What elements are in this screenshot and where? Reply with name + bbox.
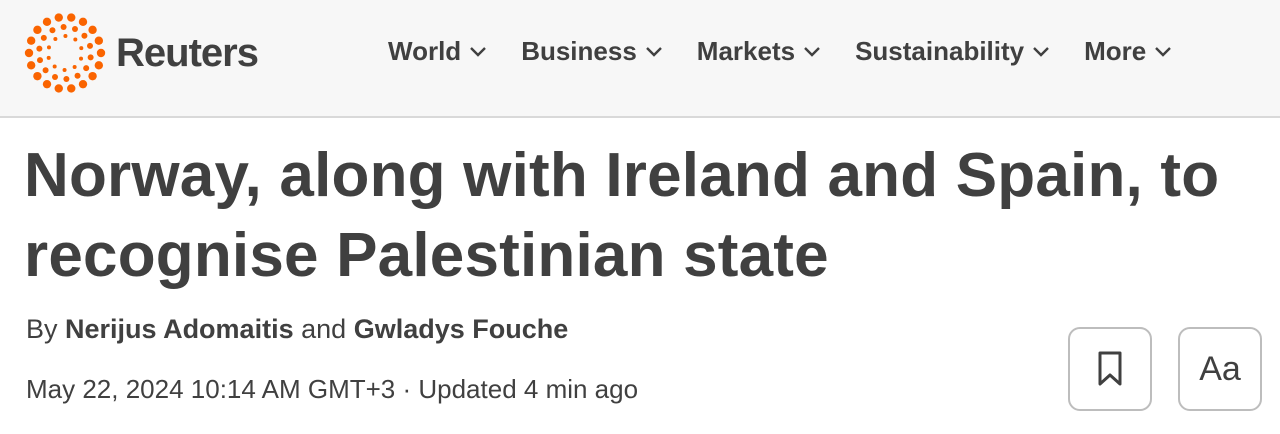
- logo-dot: [40, 34, 47, 41]
- logo-dot: [54, 84, 63, 93]
- chevron-down-icon: [804, 46, 820, 57]
- reuters-logo-icon: [24, 13, 106, 93]
- author-link[interactable]: Gwladys Fouche: [354, 314, 569, 344]
- logo-dot: [26, 61, 36, 70]
- nav-item-label: Business: [521, 36, 637, 66]
- logo-dot: [62, 67, 67, 72]
- logo-dot: [96, 48, 106, 58]
- chevron-down-icon: [470, 46, 487, 57]
- logo-dot: [60, 24, 67, 31]
- site-header: Reuters World Business Markets Sustainab…: [0, 0, 1280, 118]
- logo-dot: [67, 84, 76, 93]
- logo-dot: [79, 46, 84, 51]
- logo-dot: [73, 37, 78, 42]
- logo-dot: [78, 17, 88, 27]
- logo-dot: [87, 42, 93, 49]
- logo-dot: [94, 36, 104, 45]
- chevron-down-icon: [645, 46, 662, 57]
- logo-dot: [87, 54, 94, 61]
- brand-name: Reuters: [116, 30, 259, 75]
- logo-dot: [72, 65, 77, 70]
- logo-dot: [46, 45, 51, 50]
- logo-dot: [26, 36, 36, 45]
- main-nav: World Business Markets Sustainability Mo…: [388, 36, 1206, 67]
- nav-item-label: Markets: [696, 36, 796, 66]
- logo-dot: [49, 27, 56, 34]
- font-size-label: Aa: [1199, 349, 1241, 388]
- logo-dot: [46, 55, 51, 60]
- logo-dot: [63, 75, 70, 82]
- logo-dot: [33, 25, 42, 35]
- byline-conjunction: and: [301, 314, 347, 344]
- logo-dot: [94, 61, 104, 70]
- byline-prefix: By: [26, 314, 58, 344]
- nav-item-world[interactable]: World: [388, 36, 487, 67]
- logo-dot: [52, 64, 57, 69]
- nav-item-markets[interactable]: Markets: [697, 36, 821, 67]
- author-link[interactable]: Nerijus Adomaitis: [65, 314, 294, 344]
- logo-dot: [74, 72, 81, 79]
- nav-item-label: More: [1084, 36, 1147, 66]
- article-byline: By Nerijus Adomaitis and Gwladys Fouche: [26, 314, 568, 345]
- logo-dot: [33, 71, 42, 81]
- bookmark-button[interactable]: [1068, 327, 1152, 411]
- nav-item-sustainability[interactable]: Sustainability: [855, 36, 1050, 67]
- nav-item-more[interactable]: More: [1084, 36, 1172, 67]
- logo-dot: [83, 65, 90, 72]
- logo-dot: [63, 34, 68, 39]
- logo-dot: [71, 26, 78, 32]
- logo-dot: [78, 79, 88, 89]
- logo-dot: [42, 67, 49, 74]
- logo-dot: [81, 32, 88, 39]
- nav-item-business[interactable]: Business: [521, 36, 663, 67]
- nav-item-label: World: [388, 36, 462, 66]
- logo-dot: [79, 56, 84, 61]
- logo-dot: [24, 48, 34, 58]
- logo-dot: [36, 45, 43, 52]
- logo-dot: [54, 13, 63, 22]
- logo-dot: [52, 74, 59, 80]
- logo-dot: [53, 36, 58, 41]
- nav-item-label: Sustainability: [855, 36, 1025, 66]
- font-size-button[interactable]: Aa: [1178, 327, 1262, 411]
- reuters-logo[interactable]: Reuters: [24, 12, 259, 94]
- logo-dot: [37, 57, 43, 64]
- chevron-down-icon: [1033, 46, 1049, 57]
- article-headline: Norway, along with Ireland and Spain, to…: [24, 141, 1220, 290]
- logo-dot: [88, 71, 97, 81]
- logo-dot: [67, 13, 76, 22]
- article-dateline: May 22, 2024 10:14 AM GMT+3 · Updated 4 …: [26, 374, 639, 404]
- bookmark-icon: [1098, 351, 1122, 386]
- logo-dot: [88, 25, 97, 35]
- logo-dot: [42, 79, 52, 89]
- logo-dot: [42, 17, 52, 27]
- chevron-down-icon: [1155, 46, 1172, 57]
